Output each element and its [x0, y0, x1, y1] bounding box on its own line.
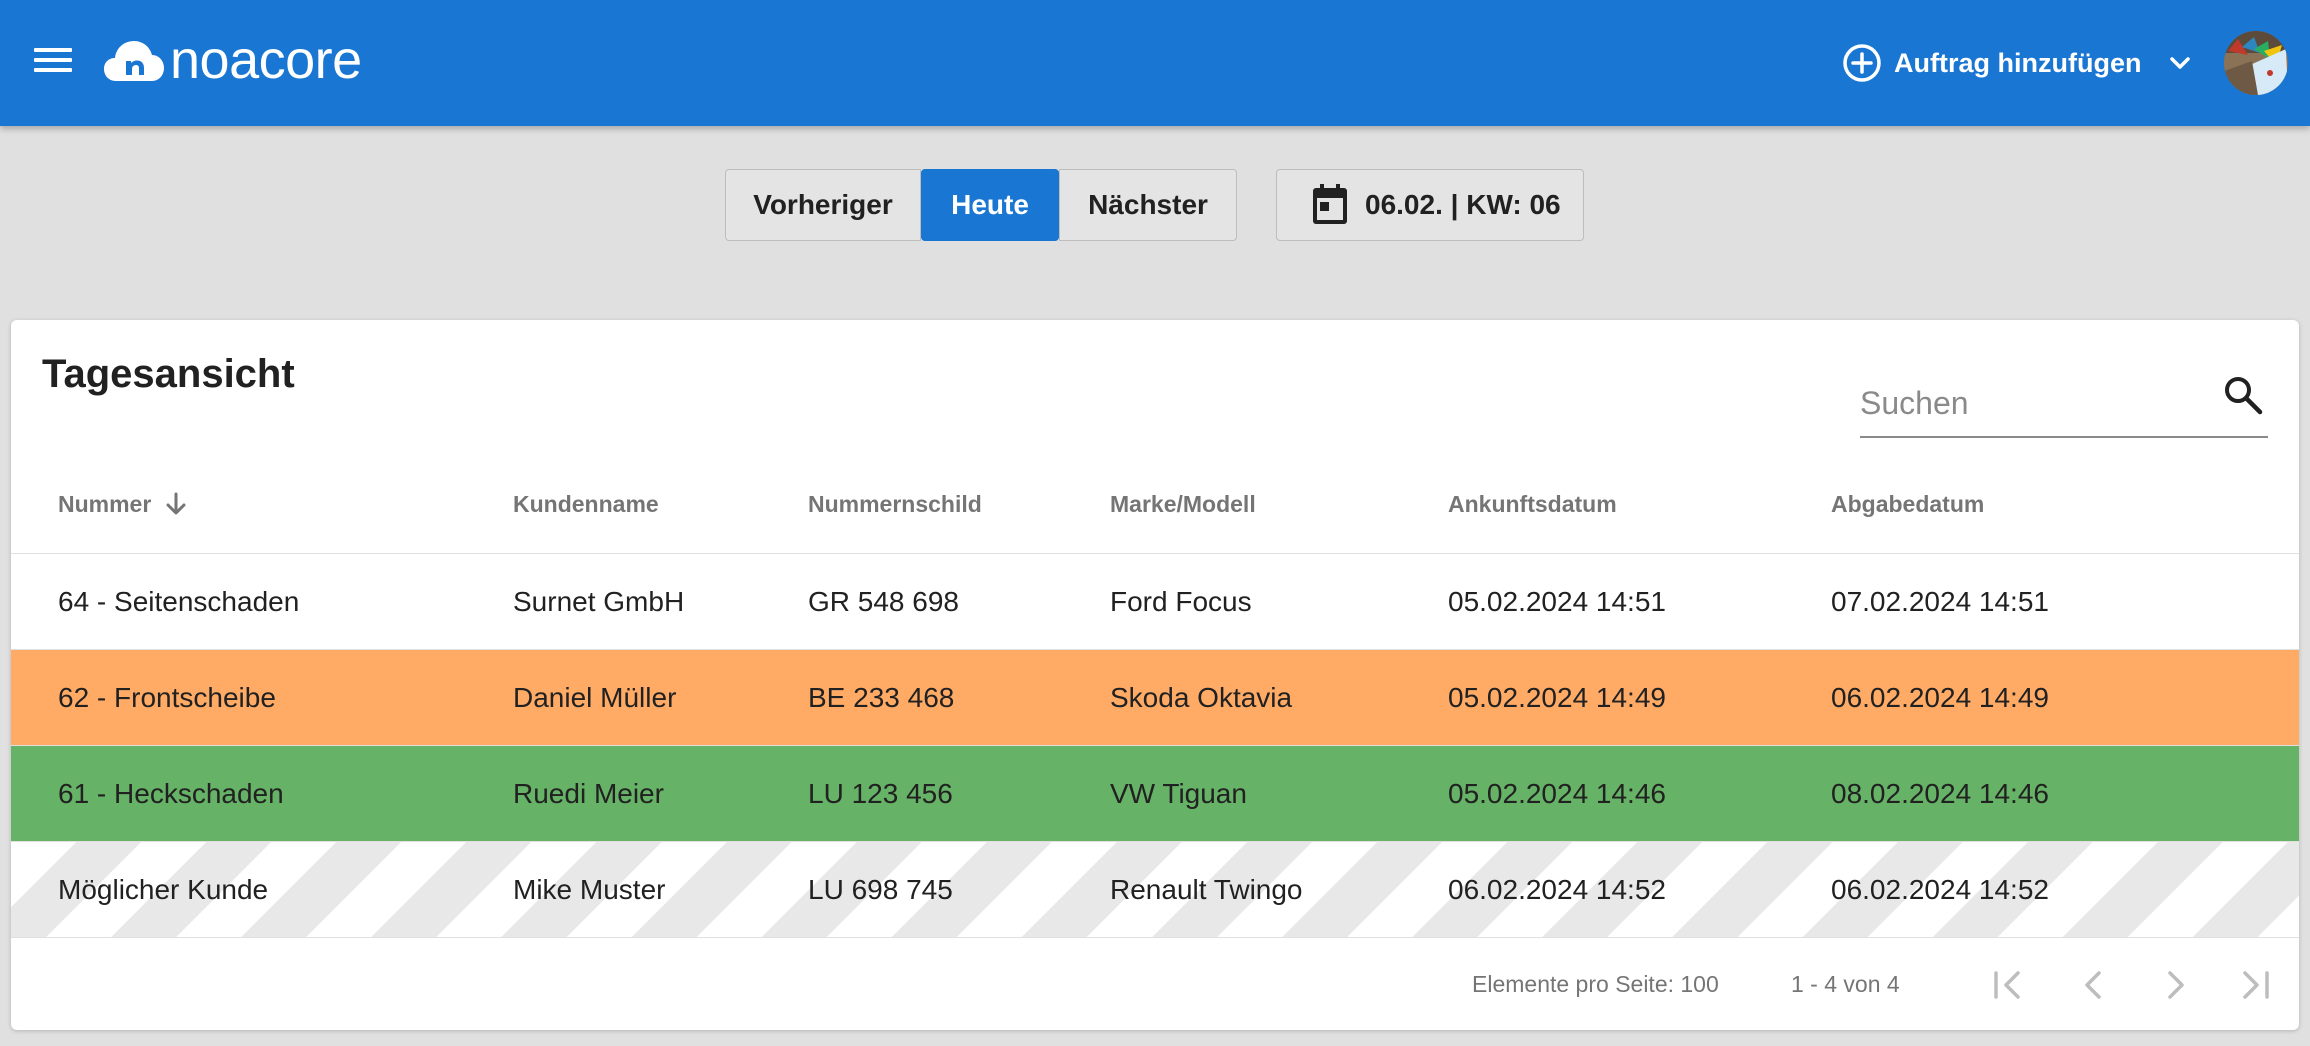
cell-abgabedatum: 06.02.2024 14:52 — [1831, 874, 2049, 905]
column-header-nummernschild[interactable]: Nummernschild — [808, 454, 982, 554]
cell-kundenname: Surnet GmbH — [513, 586, 685, 617]
date-navigation: Vorheriger Heute Nächster — [725, 169, 1237, 241]
arrow-down-icon[interactable] — [163, 491, 189, 517]
user-avatar[interactable] — [2224, 31, 2288, 95]
table-row[interactable]: Möglicher Kunde Mike Muster LU 698 745 R… — [11, 842, 2299, 938]
table-row[interactable]: 61 - Heckschaden Ruedi Meier LU 123 456 … — [11, 746, 2299, 842]
page-title: Tagesansicht — [42, 352, 295, 396]
cell-nummer: Möglicher Kunde — [58, 874, 269, 905]
chevron-down-icon[interactable] — [2165, 48, 2195, 78]
calendar-icon — [1313, 184, 1347, 224]
cell-nummer: 61 - Heckschaden — [58, 778, 284, 809]
cell-nummer: 62 - Frontscheibe — [58, 682, 276, 713]
cell-abgabedatum: 07.02.2024 14:51 — [1831, 586, 2049, 617]
cell-marke-modell: VW Tiguan — [1110, 778, 1247, 809]
logo-cloud-icon — [104, 41, 164, 81]
cell-nummernschild: LU 698 745 — [808, 874, 953, 905]
cell-nummernschild: GR 548 698 — [808, 586, 959, 617]
date-picker-button[interactable]: 06.02. | KW: 06 — [1276, 169, 1584, 241]
cell-marke-modell: Renault Twingo — [1110, 874, 1303, 905]
today-button[interactable]: Heute — [921, 169, 1059, 241]
date-label: 06.02. | KW: 06 — [1365, 189, 1561, 220]
cell-marke-modell: Ford Focus — [1110, 586, 1252, 617]
search-field[interactable] — [1860, 350, 2268, 438]
cell-nummernschild: BE 233 468 — [808, 682, 955, 713]
table-row[interactable]: 64 - Seitenschaden Surnet GmbH GR 548 69… — [11, 554, 2299, 650]
cell-kundenname: Ruedi Meier — [513, 778, 664, 809]
cell-marke-modell: Skoda Oktavia — [1110, 682, 1293, 713]
page-range-label: 1 - 4 von 4 — [1791, 970, 1900, 997]
cell-abgabedatum: 08.02.2024 14:46 — [1831, 778, 2049, 809]
avatar-image — [2224, 31, 2288, 95]
cell-ankunftsdatum: 05.02.2024 14:49 — [1448, 682, 1666, 713]
page-size-label[interactable]: Elemente pro Seite: 100 — [1472, 939, 1719, 1029]
next-page-icon[interactable] — [2151, 961, 2199, 1009]
table-row[interactable]: 62 - Frontscheibe Daniel Müller BE 233 4… — [11, 650, 2299, 746]
column-label-nummer: Nummer — [58, 490, 152, 517]
cell-ankunftsdatum: 05.02.2024 14:46 — [1448, 778, 1666, 809]
paginator: Elemente pro Seite: 100 1 - 4 von 4 — [11, 939, 2299, 1029]
column-header-nummer[interactable]: Nummer — [58, 454, 189, 554]
logo[interactable]: noacore — [104, 30, 362, 90]
add-order-label: Auftrag hinzufügen — [1894, 47, 2142, 78]
top-app-bar: noacore Auftrag hinzufügen — [0, 0, 2310, 126]
table-header: Nummer Kundenname Nummernschild Marke/Mo… — [11, 454, 2299, 554]
cell-abgabedatum: 06.02.2024 14:49 — [1831, 682, 2049, 713]
cell-kundenname: Daniel Müller — [513, 682, 677, 713]
cell-ankunftsdatum: 06.02.2024 14:52 — [1448, 874, 1666, 905]
day-view-card: Tagesansicht Nummer Kundenname Nummernsc… — [11, 320, 2299, 1030]
column-header-ankunftsdatum[interactable]: Ankunftsdatum — [1448, 454, 1617, 554]
cell-nummernschild: LU 123 456 — [808, 778, 953, 809]
last-page-icon[interactable] — [2231, 961, 2279, 1009]
add-circle-icon — [1843, 44, 1881, 82]
menu-icon[interactable] — [30, 42, 78, 84]
search-input[interactable] — [1860, 382, 2200, 424]
cell-nummer: 64 - Seitenschaden — [58, 586, 300, 617]
cell-ankunftsdatum: 05.02.2024 14:51 — [1448, 586, 1666, 617]
column-header-kundenname[interactable]: Kundenname — [513, 454, 659, 554]
logo-text: noacore — [170, 30, 362, 90]
search-icon[interactable] — [2222, 374, 2264, 416]
next-day-button[interactable]: Nächster — [1059, 169, 1237, 241]
cell-kundenname: Mike Muster — [513, 874, 666, 905]
column-header-abgabedatum[interactable]: Abgabedatum — [1831, 454, 1984, 554]
previous-day-button[interactable]: Vorheriger — [725, 169, 921, 241]
first-page-icon[interactable] — [1984, 961, 2032, 1009]
add-order-button[interactable]: Auftrag hinzufügen — [1842, 40, 2195, 86]
previous-page-icon[interactable] — [2070, 961, 2118, 1009]
column-header-marke-modell[interactable]: Marke/Modell — [1110, 454, 1256, 554]
